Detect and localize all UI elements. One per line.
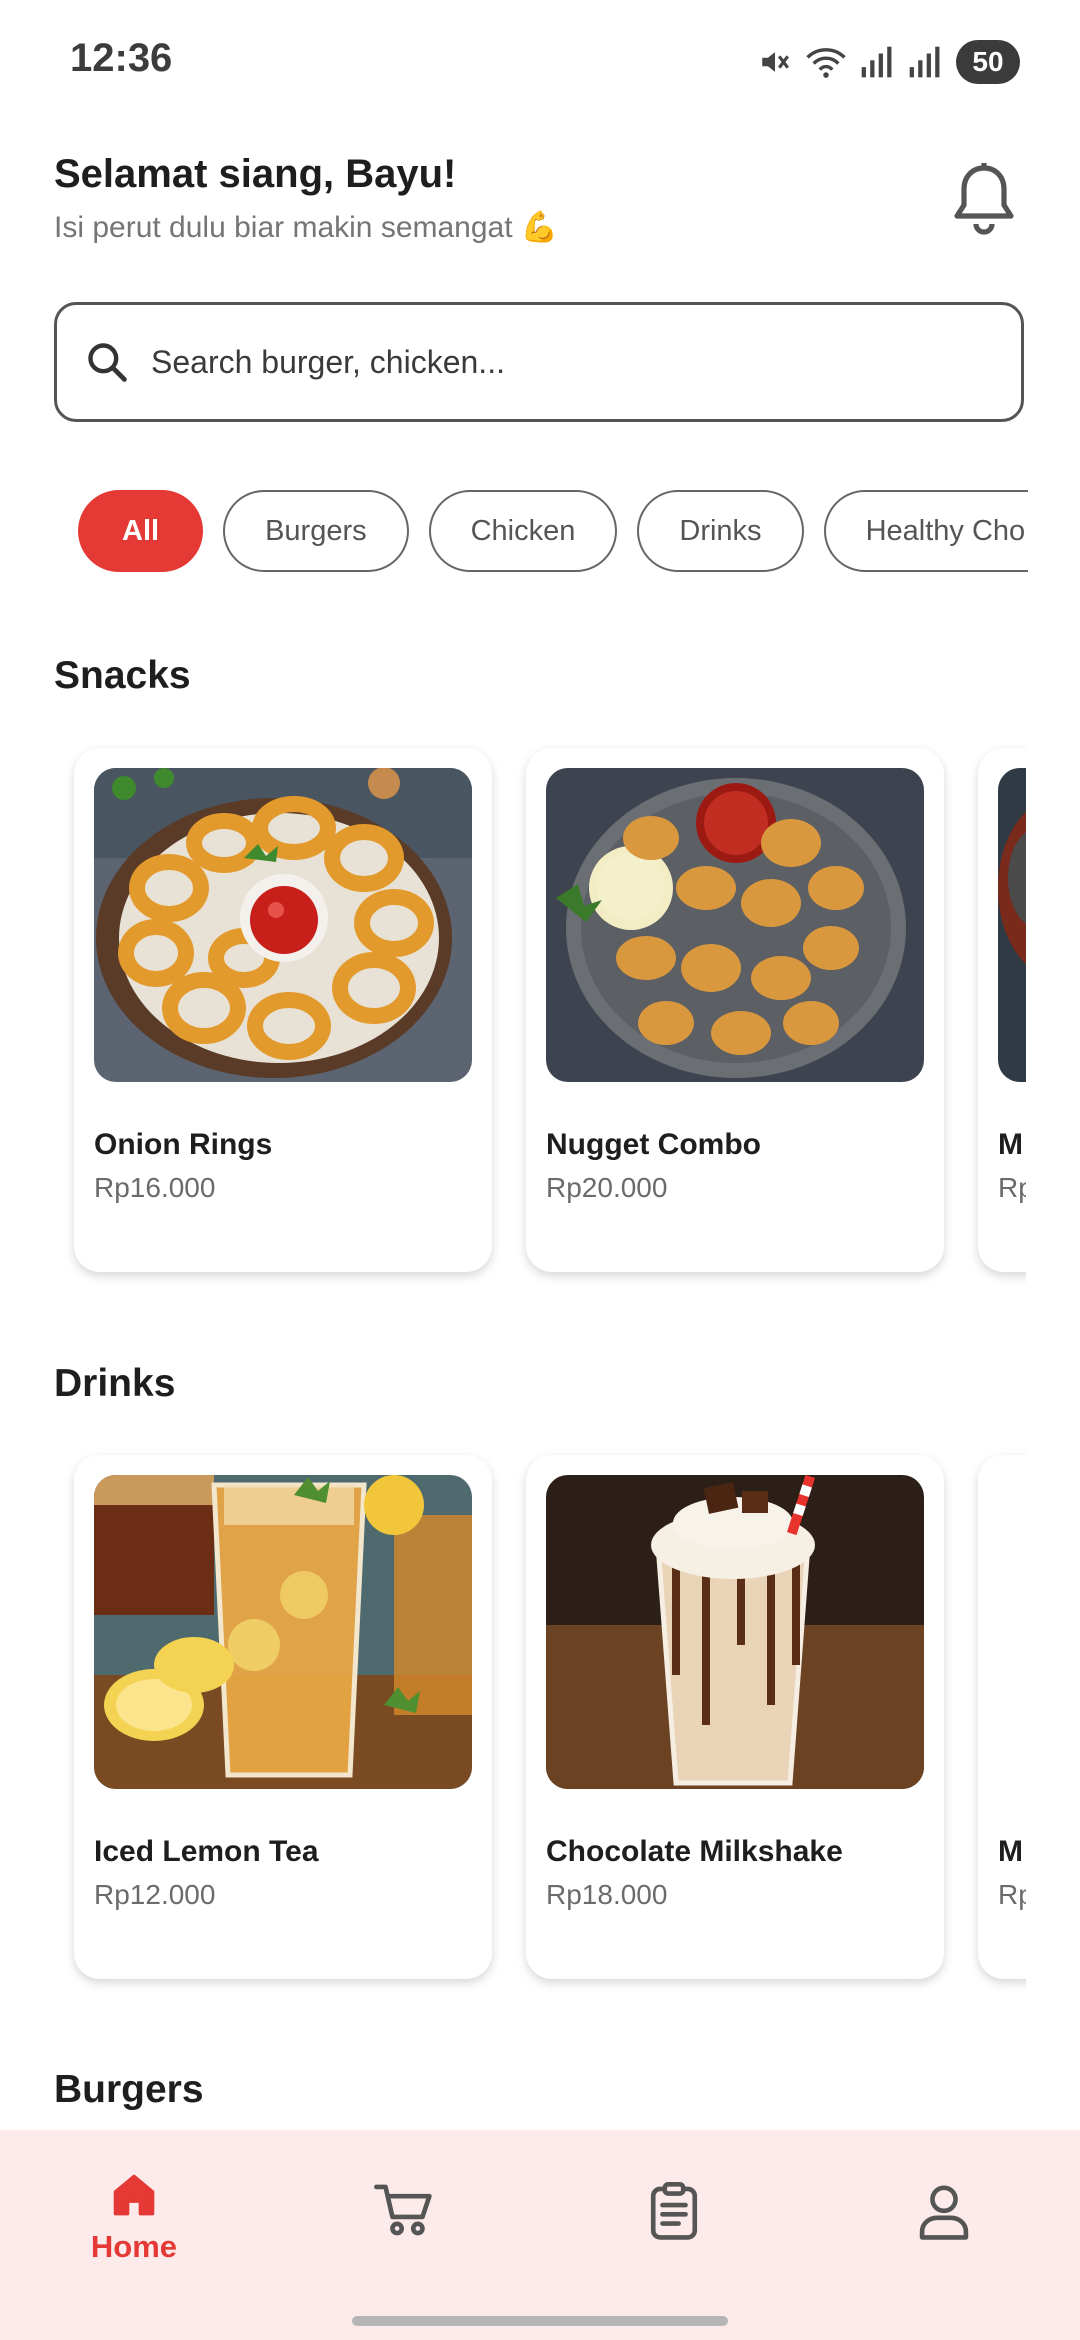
product-price: Rp20.000 [546,1172,668,1203]
product-image [546,1475,924,1789]
nav-orders[interactable] [604,2170,744,2280]
signal-icon [860,45,894,79]
product-price: Rp12.000 [94,1879,216,1910]
signal-icon [908,45,942,79]
product-name: Iced Lemon Tea [94,1835,319,1868]
product-name: Onion Rings [94,1128,273,1161]
chip-healthy-choice[interactable]: Healthy Cho [823,490,1028,572]
product-price: Rp18.000 [546,1879,668,1910]
chip-burgers[interactable]: Burgers [223,490,409,572]
greeting-title: Selamat siang, Bayu! [54,152,457,196]
wifi-icon [806,45,846,79]
product-image [94,768,472,1082]
product-card[interactable]: M Rp [978,748,1026,1272]
nav-cart[interactable] [334,2170,474,2280]
section-title-drinks: Drinks [54,1362,176,1405]
product-price: Rp [998,1172,1026,1203]
cart-icon [374,2182,434,2243]
product-image [546,768,924,1082]
product-name: M [998,1128,1023,1161]
home-indicator[interactable] [352,2316,728,2326]
section-title-snacks: Snacks [54,654,191,697]
status-bar: 12:36 50 [0,0,1080,120]
product-name: Chocolate Milkshake [546,1835,843,1868]
home-icon [109,2170,159,2225]
drinks-row[interactable]: Iced Lemon Tea Rp12.000 Chocolate Milksh… [54,1443,1026,2003]
product-card[interactable]: M Rp [978,1455,1026,1979]
search-input[interactable] [149,342,953,382]
search-bar[interactable] [54,302,1024,422]
bell-icon[interactable] [946,160,1022,240]
mute-icon [758,45,792,79]
chip-drinks[interactable]: Drinks [637,490,804,572]
product-card[interactable]: Iced Lemon Tea Rp12.000 [74,1455,492,1979]
chip-all[interactable]: All [78,490,204,572]
orders-icon [646,2182,702,2247]
nav-home[interactable]: Home [64,2170,204,2280]
bottom-navigation: Home [0,2130,1080,2340]
nav-profile[interactable] [874,2170,1014,2280]
category-chips: All Burgers Chicken Drinks Healthy Cho [78,490,1028,576]
product-card[interactable]: Onion Rings Rp16.000 [74,748,492,1272]
greeting-subtitle: Isi perut dulu biar makin semangat 💪 [54,211,559,244]
battery-icon: 50 [956,40,1020,84]
nav-home-label: Home [90,2229,178,2264]
product-image [998,768,1026,1082]
status-icons: 50 [758,38,1020,86]
product-image [94,1475,472,1789]
product-price: Rp16.000 [94,1172,216,1203]
product-name: M [998,1835,1023,1868]
section-title-burgers: Burgers [54,2068,204,2111]
snacks-row[interactable]: Onion Rings Rp16.000 Nugget Combo Rp20.0… [54,736,1026,1296]
product-price: Rp [998,1879,1026,1910]
product-card[interactable]: Chocolate Milkshake Rp18.000 [526,1455,944,1979]
product-name: Nugget Combo [546,1128,761,1161]
chip-chicken[interactable]: Chicken [428,490,618,572]
product-image [998,1475,1026,1789]
profile-icon [916,2182,972,2247]
search-icon [85,340,129,384]
product-card[interactable]: Nugget Combo Rp20.000 [526,748,944,1272]
status-time: 12:36 [70,36,173,80]
